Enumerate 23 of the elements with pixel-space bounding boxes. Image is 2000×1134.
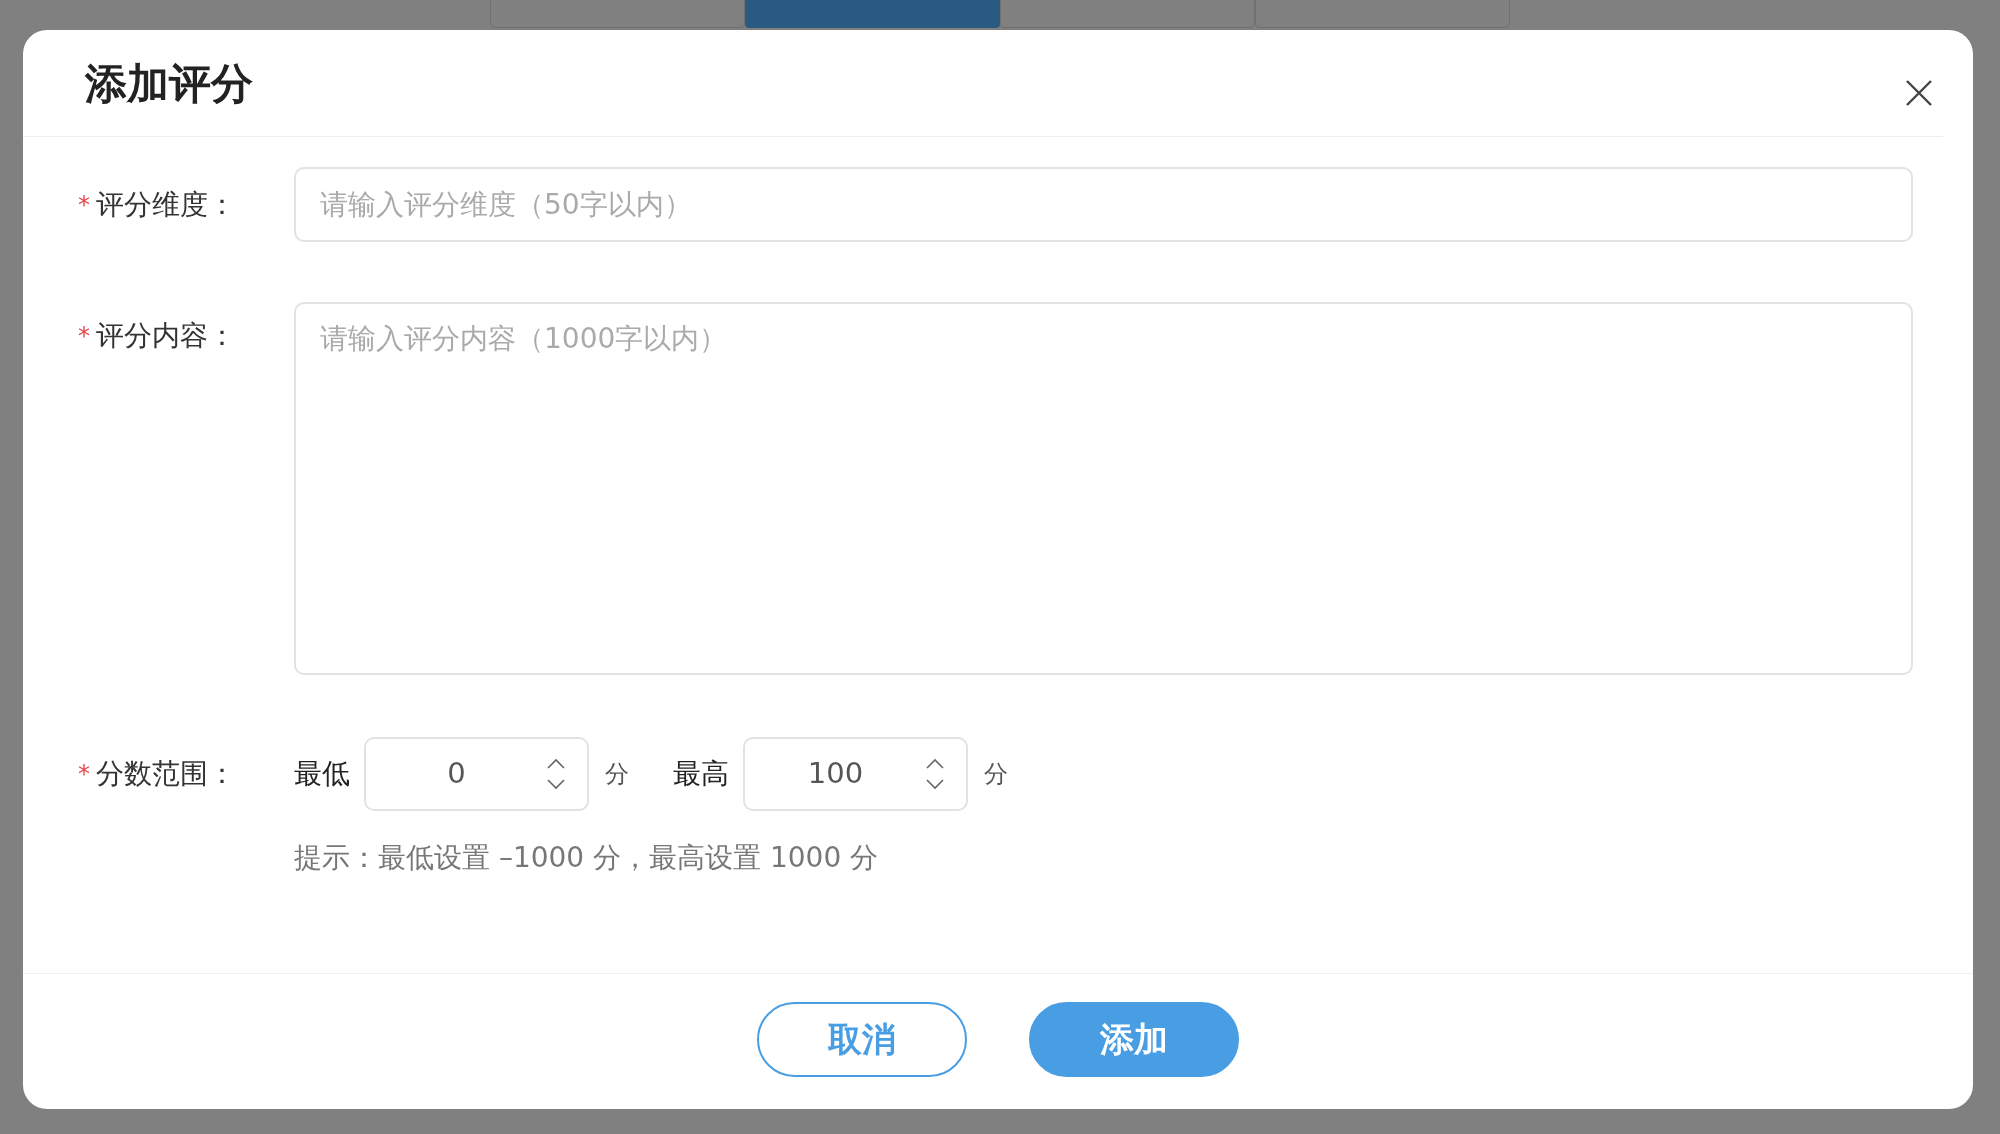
- close-icon[interactable]: [1905, 79, 1933, 107]
- number-field[interactable]: 100: [743, 737, 968, 811]
- text-field[interactable]: 请输入评分维度（50字以内）: [294, 167, 1913, 242]
- max-label: 最高: [673, 756, 729, 792]
- chevron-up-icon[interactable]: [547, 758, 565, 769]
- chevron-down-icon[interactable]: [547, 779, 565, 790]
- required-asterisk: *: [78, 189, 90, 221]
- text-area[interactable]: 请输入评分内容（1000字以内）: [294, 302, 1913, 675]
- unit-label: 分: [605, 759, 629, 790]
- hint-text: 提示：最低设置 –1000 分，最高设置 1000 分: [294, 840, 880, 876]
- field-label: 评分内容：: [96, 318, 236, 354]
- number-value: 0: [446, 755, 467, 793]
- field-label: 评分维度：: [96, 186, 236, 223]
- field-label: 分数范围：: [96, 756, 236, 792]
- chevron-up-icon[interactable]: [926, 758, 944, 769]
- number-value: 100: [806, 755, 865, 793]
- number-field[interactable]: 0: [364, 737, 589, 811]
- required-asterisk: *: [78, 321, 90, 352]
- min-label: 最低: [294, 756, 350, 792]
- chevron-down-icon[interactable]: [926, 779, 944, 790]
- unit-label: 分: [984, 759, 1008, 790]
- required-asterisk: *: [78, 759, 90, 790]
- dialog-title: 添加评分: [85, 57, 253, 110]
